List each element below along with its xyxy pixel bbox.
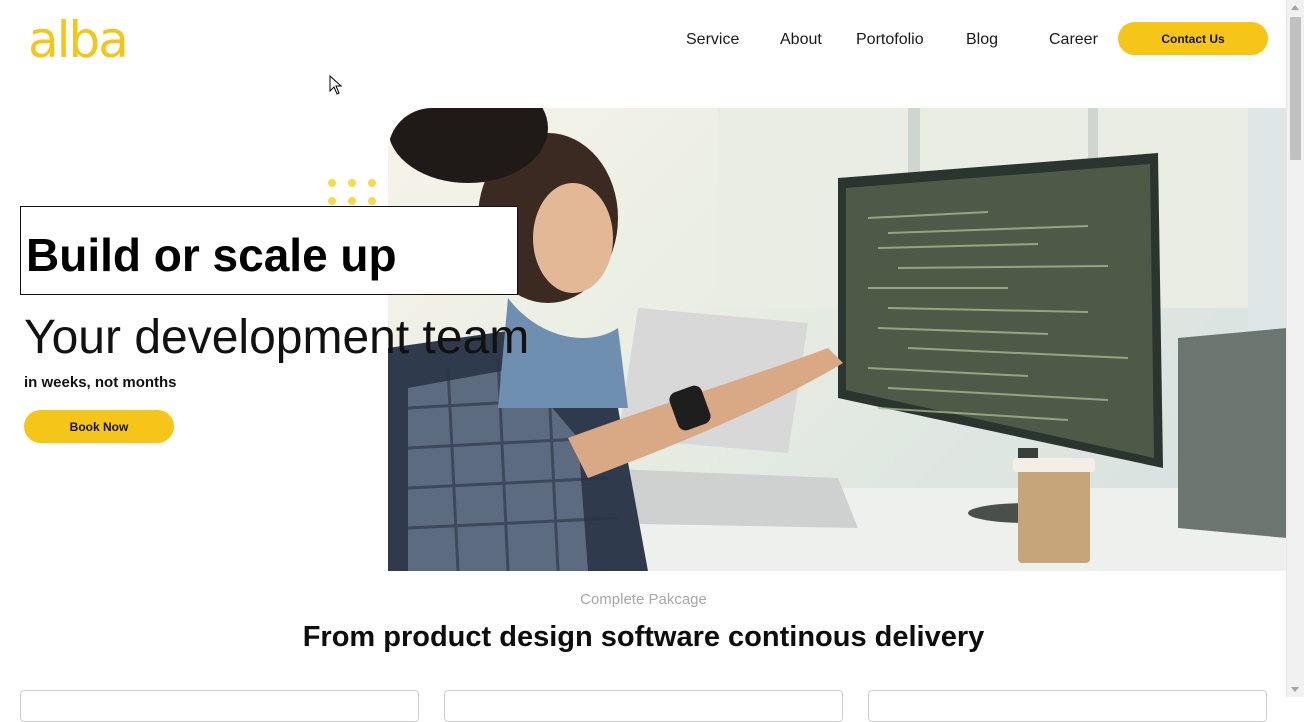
service-card[interactable]	[20, 690, 419, 722]
section-title: From product design software continous d…	[302, 621, 985, 653]
hero-tagline: in weeks, not months	[24, 374, 177, 391]
contact-us-button[interactable]: Contact Us	[1118, 22, 1268, 55]
book-now-button[interactable]: Book Now	[24, 410, 174, 443]
hero-subtitle: Your development team	[24, 311, 530, 364]
hero-title-box: Build or scale up	[20, 206, 518, 295]
service-card[interactable]	[868, 690, 1267, 722]
scroll-down-icon[interactable]	[1291, 687, 1299, 692]
logo[interactable]: alba	[28, 10, 129, 70]
nav-link-service[interactable]: Service	[686, 30, 739, 50]
scroll-up-icon[interactable]	[1291, 5, 1299, 10]
vertical-scrollbar[interactable]	[1286, 0, 1304, 697]
nav-link-blog[interactable]: Blog	[966, 30, 998, 50]
section-eyebrow: Complete Pakcage	[580, 591, 707, 608]
nav-link-career[interactable]: Career	[1049, 30, 1098, 50]
mouse-cursor-icon	[329, 75, 343, 95]
service-card[interactable]	[444, 690, 843, 722]
nav-link-portofolio[interactable]: Portofolio	[856, 30, 924, 50]
scroll-thumb[interactable]	[1290, 17, 1301, 160]
nav-link-about[interactable]: About	[780, 30, 822, 50]
hero-title: Build or scale up	[26, 229, 397, 281]
